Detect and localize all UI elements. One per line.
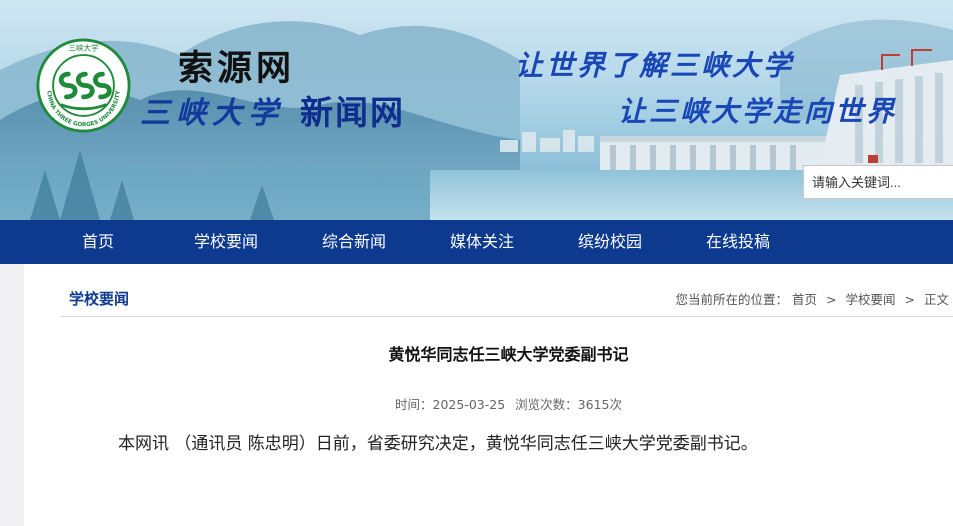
- header-banner: 三峡大学 CHINA THREE GORGES UNIVERSITY 索源网 三…: [0, 0, 953, 220]
- article-title: 黄悦华同志任三峡大学党委副书记: [388, 345, 629, 364]
- nav-item-home[interactable]: 首页: [60, 220, 136, 264]
- article-meta: 时间：2025-03-25 浏览次数：3615次: [0, 394, 953, 413]
- breadcrumb-school-news[interactable]: 学校要闻: [846, 292, 896, 307]
- nav-item-general-news[interactable]: 综合新闻: [308, 220, 400, 264]
- publish-time: 时间：2025-03-25: [395, 397, 506, 412]
- breadcrumb-home[interactable]: 首页: [792, 292, 817, 307]
- logo-top-text: 三峡大学: [68, 42, 99, 52]
- university-logo: 三峡大学 CHINA THREE GORGES UNIVERSITY: [36, 38, 131, 133]
- news-network-title: 新闻网: [300, 93, 405, 132]
- breadcrumb-prefix: 您当前所在的位置：: [675, 292, 789, 307]
- nav-item-school-news[interactable]: 学校要闻: [180, 220, 272, 264]
- breadcrumb-current: 正文: [923, 292, 949, 307]
- view-count: 浏览次数：3615次: [515, 397, 622, 412]
- nav-item-submit-online[interactable]: 在线投稿: [692, 220, 784, 264]
- article-body: 本网讯 （通讯员 陈忠明）日前，省委研究决定，黄悦华同志任三峡大学党委副书记。: [118, 434, 758, 454]
- search-input[interactable]: [803, 165, 953, 199]
- section-divider: [60, 316, 953, 317]
- slogan-line-2: 让三峡大学走向世界: [618, 95, 898, 128]
- section-title: 学校要闻: [69, 290, 130, 308]
- breadcrumb-separator: >: [826, 292, 837, 307]
- nav-item-media-focus[interactable]: 媒体关注: [436, 220, 528, 264]
- main-nav: 首页 学校要闻 综合新闻 媒体关注 缤纷校园 在线投稿: [0, 220, 953, 264]
- breadcrumb-separator: >: [904, 292, 915, 307]
- university-calligraphy: 三峡大学: [140, 96, 284, 131]
- site-name: 索源网: [178, 49, 296, 89]
- nav-item-campus-life[interactable]: 缤纷校园: [564, 220, 656, 264]
- breadcrumb: 您当前所在的位置： 首页 > 学校要闻 > 正文: [676, 289, 949, 308]
- slogan-line-1: 让世界了解三峡大学: [515, 49, 795, 82]
